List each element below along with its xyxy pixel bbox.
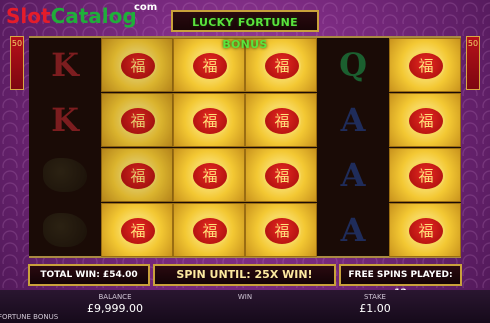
letter-symbol-k: K: [51, 101, 79, 139]
balance-value: £9,999.00: [87, 302, 143, 315]
fortune-character: 福: [407, 216, 445, 246]
watermark-com: com: [134, 2, 158, 13]
fortune-coin-symbol: 福: [173, 93, 245, 147]
letter-symbol-a: A: [340, 211, 366, 249]
letter-symbol-k: K: [51, 46, 79, 84]
fortune-coin-symbol: 福: [389, 38, 461, 92]
fortune-character: 福: [119, 216, 157, 246]
fortune-character: 福: [191, 161, 229, 191]
fortune-coin-symbol: 福: [389, 93, 461, 147]
fortune-coin-symbol: 福: [389, 148, 461, 202]
fortune-character: 福: [407, 161, 445, 191]
fortune-character: 福: [407, 106, 445, 136]
fortune-coin-symbol: 福: [245, 93, 317, 147]
fortune-coin-symbol: 福: [101, 38, 173, 92]
watermark-catalog: Catalog: [50, 4, 137, 28]
game-name-footer: FORTUNE BONUS: [0, 313, 59, 321]
letter-symbol-q: Q: [339, 46, 367, 84]
fortune-character: 福: [263, 216, 301, 246]
reel-4: 福福福福: [245, 38, 317, 257]
balance-label: BALANCE: [98, 293, 132, 301]
left-post-label: 50: [11, 39, 23, 48]
dragon-symbol: [29, 148, 101, 202]
letter-symbol-a: A: [340, 156, 366, 194]
fortune-character: 福: [263, 106, 301, 136]
spin-until-banner: SPIN UNTIL: 25X WIN!: [153, 264, 336, 286]
fortune-character: 福: [119, 51, 157, 81]
letter-symbol-a: A: [340, 101, 366, 139]
fortune-character: 福: [263, 161, 301, 191]
fortune-coin-symbol: 福: [173, 203, 245, 257]
fortune-coin-symbol: 福: [101, 148, 173, 202]
left-post: 50: [10, 36, 24, 90]
watermark-slot: Slot: [6, 4, 51, 28]
stake-value: £1.00: [359, 302, 391, 315]
dragon-icon: [43, 158, 87, 192]
reel-grid: KK福福福福福福福福福福福福QAAA福福福福: [29, 36, 461, 258]
fortune-character: 福: [407, 51, 445, 81]
reel-3: 福福福福: [173, 38, 245, 257]
free-spins-box: FREE SPINS PLAYED: 12: [339, 264, 462, 298]
reel-5: QAAA: [317, 38, 389, 256]
slotcatalog-watermark: SlotCatalog com: [6, 2, 157, 28]
fortune-coin-symbol: 福: [245, 148, 317, 202]
fortune-coin-symbol: 福: [389, 203, 461, 257]
reel-6: 福福福福: [389, 38, 461, 257]
fortune-character: 福: [119, 106, 157, 136]
fortune-coin-symbol: 福: [173, 148, 245, 202]
reel-2: 福福福福: [101, 38, 173, 257]
fortune-coin-symbol: 福: [101, 203, 173, 257]
fortune-character: 福: [263, 51, 301, 81]
fortune-coin-symbol: 福: [245, 203, 317, 257]
right-post: 50: [466, 36, 480, 90]
win-label: WIN: [237, 293, 253, 301]
fortune-character: 福: [191, 216, 229, 246]
bonus-title: LUCKY FORTUNE BONUS: [171, 10, 319, 51]
right-post-label: 50: [467, 39, 479, 48]
dragon-icon: [43, 213, 87, 247]
dragon-symbol: [29, 203, 101, 257]
fortune-character: 福: [119, 161, 157, 191]
status-bar: BALANCE £9,999.00 WIN STAKE £1.00: [0, 290, 490, 323]
stake-label: STAKE: [364, 293, 386, 301]
fortune-character: 福: [191, 106, 229, 136]
total-win-box: TOTAL WIN: £54.00: [28, 264, 150, 286]
reel-1: KK: [29, 38, 101, 256]
fortune-coin-symbol: 福: [101, 93, 173, 147]
